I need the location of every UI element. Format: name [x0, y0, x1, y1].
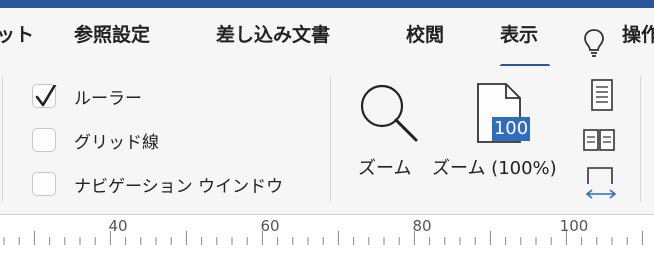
- horizontal-ruler[interactable]: 40 60 80 100: [0, 214, 654, 255]
- one-page-icon[interactable]: [590, 78, 616, 112]
- gridlines-checkbox-row[interactable]: グリッド線: [32, 126, 159, 154]
- group-divider: [640, 76, 641, 202]
- ruler-checkbox-row[interactable]: ルーラー: [32, 82, 142, 110]
- tab-references[interactable]: 参照設定: [74, 20, 150, 47]
- group-divider: [2, 76, 3, 202]
- zoom-100-label: ズーム (100%): [432, 158, 557, 179]
- ruler-label-40: 40: [108, 217, 128, 235]
- ruler-checkbox[interactable]: [32, 84, 57, 108]
- multiple-pages-icon[interactable]: [582, 128, 616, 152]
- navigation-pane-checkbox[interactable]: [32, 172, 56, 196]
- ruler-label-80: 80: [412, 217, 432, 235]
- zoom-label: ズーム: [358, 158, 412, 179]
- navigation-pane-label: ナビゲーション ウインドウ: [74, 176, 284, 197]
- tab-layout[interactable]: ット: [0, 20, 34, 47]
- page-width-icon[interactable]: [584, 166, 618, 202]
- ruler-ticks: [3, 231, 643, 245]
- navigation-pane-checkbox-row[interactable]: ナビゲーション ウインドウ: [32, 170, 283, 198]
- gridlines-label: グリッド線: [74, 132, 159, 153]
- ruler-label-60: 60: [260, 217, 280, 235]
- tab-view[interactable]: 表示: [500, 20, 538, 47]
- tab-tell-me[interactable]: 操作: [622, 20, 654, 47]
- tab-mailings[interactable]: 差し込み文書: [216, 20, 330, 47]
- lightbulb-icon[interactable]: [582, 28, 606, 58]
- magnifier-icon: [360, 84, 418, 142]
- gridlines-checkbox[interactable]: [32, 128, 56, 152]
- ruler-label-100: 100: [559, 217, 589, 235]
- checkmark-icon: [35, 85, 57, 107]
- zoom-button[interactable]: ズーム: [356, 82, 418, 182]
- zoom-100-button[interactable]: 100 ズーム (100%): [430, 80, 572, 184]
- group-divider: [330, 76, 331, 202]
- zoom-100-badge: 100: [492, 117, 530, 141]
- ruler-label: ルーラー: [74, 88, 142, 109]
- window-accent-bar: [0, 0, 654, 8]
- ribbon-view-panel: ルーラー グリッド線 ナビゲーション ウインドウ ズーム 100 ズーム (10…: [0, 66, 654, 214]
- tab-review[interactable]: 校閲: [406, 20, 444, 47]
- ribbon-tab-bar: ット 参照設定 差し込み文書 校閲 表示 操作: [0, 8, 654, 68]
